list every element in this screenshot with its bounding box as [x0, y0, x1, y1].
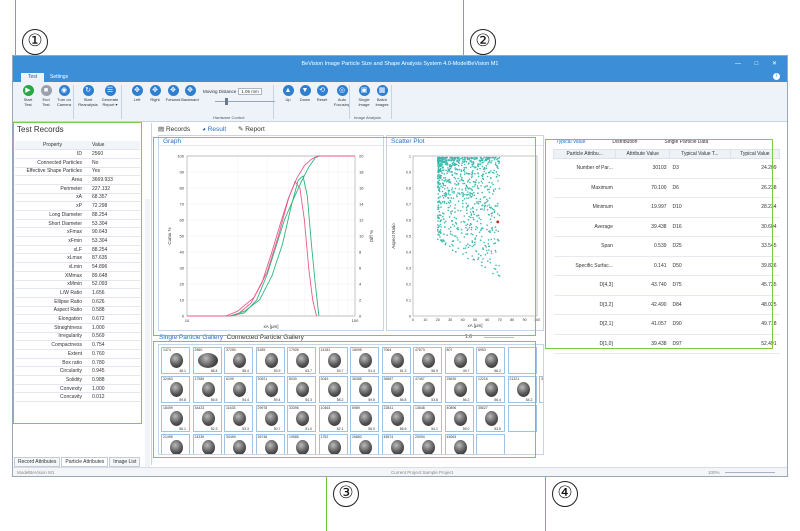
tab-particle-attributes[interactable]: Particle Attributes: [61, 457, 109, 467]
move-left-icon: ✥: [131, 85, 143, 96]
button-label: Down: [299, 97, 311, 102]
tab-records[interactable]: ▤ Records: [158, 126, 195, 133]
status-bar: ModelBeVision M1 Current Project:Sample …: [13, 467, 787, 476]
play-icon: ▶: [22, 85, 34, 96]
batch-images-icon: ▦: [376, 85, 388, 96]
group-image-analysis: Image Analysis: [354, 115, 381, 120]
moving-distance-input[interactable]: 1.05 mm: [238, 88, 262, 95]
panel-scrollbar[interactable]: [145, 199, 150, 476]
ribbon-tab-bar: Test Settings i: [13, 72, 787, 82]
zoom-slider[interactable]: [725, 472, 775, 473]
ribbon-toolbar: ▶ Start Test ■ End Test ◉ Turn on Camera ↻ Star…: [13, 82, 787, 122]
stage: BeVision Image Particle Size and Shape A…: [0, 0, 800, 531]
single-image-icon: ▣: [358, 85, 370, 96]
reset-button[interactable]: ⟲ Reset: [311, 85, 333, 102]
info-icon[interactable]: i: [773, 73, 780, 80]
button-label: Right: [150, 97, 160, 102]
focus-icon: ◎: [336, 85, 348, 96]
batch-images-button[interactable]: ▦ Batch Images: [371, 85, 393, 107]
move-backward-button[interactable]: ✥ Backward: [179, 85, 201, 102]
button-label: Reset: [316, 97, 328, 102]
button-label: Turn on Camera: [56, 97, 72, 107]
reanalysis-icon: ↻: [82, 85, 94, 96]
button-label: Single Image: [358, 97, 370, 107]
stop-icon: ■: [40, 85, 52, 96]
left-bottom-tabs: Record Attributes Particle Attributes Imag…: [14, 457, 141, 467]
camera-icon: ◉: [58, 85, 70, 96]
status-zoom: 100%: [708, 470, 720, 475]
button-label: Up: [285, 97, 291, 102]
tab-record-attributes[interactable]: Record Attributes: [14, 457, 61, 467]
report-button[interactable]: ☰ Generate Report ▾: [99, 85, 121, 107]
moving-distance-control: Moving Distance 1.05 mm: [203, 88, 285, 105]
callout-number-4: ④: [552, 481, 578, 507]
callout-number-2: ②: [470, 29, 496, 55]
move-forward-icon: ✥: [167, 85, 179, 96]
window-title: BeVision Image Particle Size and Shape A…: [301, 61, 499, 67]
tab-report[interactable]: ✎ Report: [238, 126, 270, 133]
group-hardware-control: Hardware Control: [213, 115, 245, 120]
move-right-icon: ✥: [149, 85, 161, 96]
ribbon-separator: [391, 85, 392, 119]
button-label: End Test: [42, 97, 50, 107]
move-backward-icon: ✥: [184, 85, 196, 96]
tab-result[interactable]: ◕ Result: [202, 126, 231, 133]
particle-id: 33226: [541, 377, 543, 381]
ribbon-separator: [349, 85, 350, 119]
title-bar: BeVision Image Particle Size and Shape A…: [13, 56, 787, 72]
button-label: Batch Images: [375, 97, 389, 107]
tab-records-label: Records: [165, 126, 191, 133]
button-label: Start Test: [23, 97, 33, 107]
particle-thumbnail[interactable]: 33226: [539, 376, 543, 403]
status-model: ModelBeVision M1: [17, 470, 55, 475]
camera-button[interactable]: ◉ Turn on Camera: [53, 85, 75, 107]
ribbon-tab-settings[interactable]: Settings: [43, 73, 75, 82]
highlight-box-2: [153, 137, 536, 336]
down-icon: ▼: [299, 85, 311, 96]
highlight-box-3: [153, 341, 536, 458]
button-label: Auto Focusing: [333, 97, 351, 107]
button-label: Start Reanalysis: [78, 97, 98, 107]
button-label: Generate Report ▾: [101, 97, 119, 107]
report-icon: ☰: [104, 85, 116, 96]
slider-thumb[interactable]: [225, 98, 228, 105]
moving-distance-slider[interactable]: [215, 98, 275, 105]
tab-image-list[interactable]: Image List: [109, 457, 141, 467]
gallery-zoom-slider[interactable]: [484, 337, 514, 338]
button-label: Backward: [181, 97, 199, 102]
reanalysis-button[interactable]: ↻ Start Reanalysis: [77, 85, 99, 107]
tab-report-label: Report: [245, 126, 265, 133]
moving-distance-label: Moving Distance: [203, 89, 237, 94]
highlight-box-4: [545, 139, 773, 349]
center-tabs: ▤ Records ◕ Result ✎ Report: [158, 125, 275, 133]
reset-icon: ⟲: [316, 85, 328, 96]
ribbon-tab-test[interactable]: Test: [21, 73, 45, 82]
ribbon-separator: [121, 85, 122, 119]
status-project: Current Project:Sample Project: [391, 470, 454, 475]
button-label: Left: [133, 97, 141, 102]
highlight-box-1: [13, 122, 142, 424]
ribbon-separator: [73, 85, 74, 119]
callout-number-1: ①: [22, 29, 48, 55]
callout-number-3: ③: [333, 481, 359, 507]
tab-result-label: Result: [207, 126, 227, 133]
window-controls[interactable]: — □ ✕: [735, 56, 783, 72]
